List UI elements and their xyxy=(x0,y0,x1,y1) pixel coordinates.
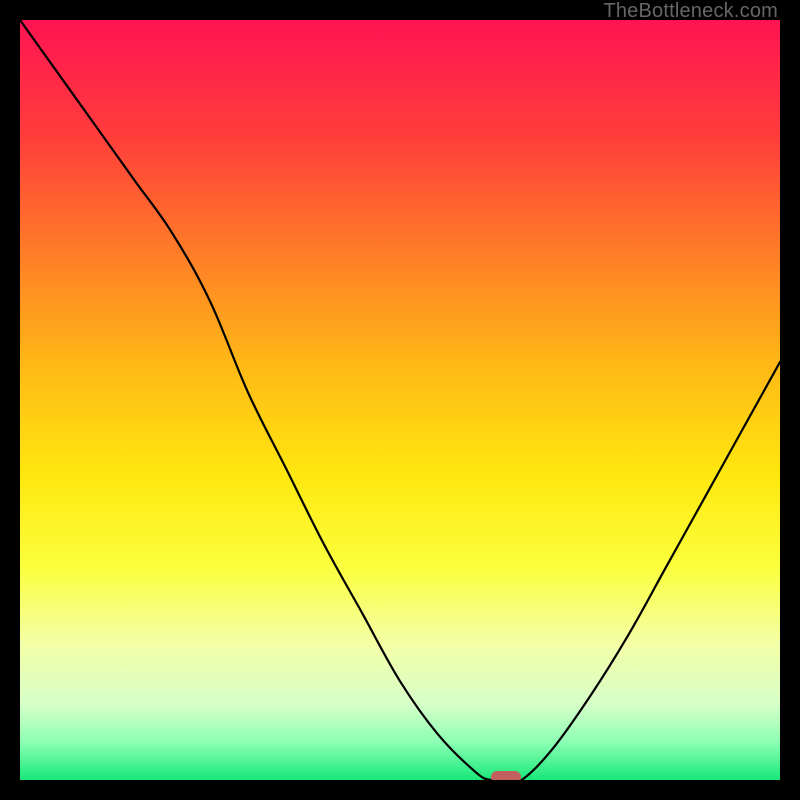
curve-layer xyxy=(20,20,780,780)
chart-frame: TheBottleneck.com xyxy=(0,0,800,800)
minimum-marker xyxy=(491,771,521,780)
plot-area xyxy=(20,20,780,780)
watermark-text: TheBottleneck.com xyxy=(603,0,778,23)
bottleneck-curve xyxy=(20,20,780,780)
